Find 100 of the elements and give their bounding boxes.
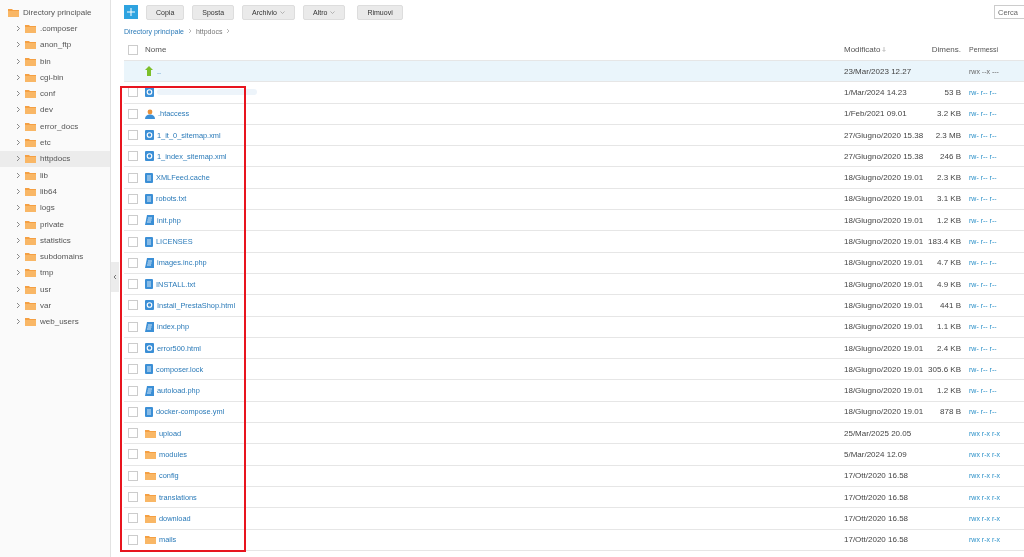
row-checkbox[interactable] — [128, 279, 138, 290]
row-checkbox[interactable] — [128, 364, 138, 375]
web-file-icon — [145, 87, 154, 98]
folder-icon — [25, 301, 36, 310]
column-header[interactable]: Nome — [145, 45, 844, 54]
code-file-icon — [145, 321, 154, 332]
row-checkbox[interactable] — [128, 406, 138, 417]
modified-date: 18/Giugno/2020 19.01 — [844, 386, 924, 396]
web-file-icon — [145, 343, 154, 353]
column-header[interactable]: Modificato — [844, 45, 920, 54]
tree-item[interactable]: subdomains — [0, 248, 110, 265]
modified-date: 17/Ott/2020 16.58 — [844, 513, 909, 523]
tree-item[interactable]: httpdocs — [0, 150, 110, 167]
folder-icon — [25, 105, 36, 115]
collapse-handle[interactable] — [111, 261, 119, 292]
row-checkbox[interactable] — [128, 321, 138, 332]
row-checkbox[interactable] — [128, 449, 138, 460]
file-size: 878 B — [940, 407, 961, 417]
row-checkbox[interactable] — [128, 470, 138, 481]
modified-date: 18/Giugno/2020 19.01 — [844, 300, 924, 310]
folder-label: tmp — [40, 268, 54, 278]
folder-label: bin — [40, 56, 51, 66]
folder-label: private — [40, 219, 64, 229]
modified-date: 1/Feb/2021 09.01 — [844, 109, 907, 119]
folder-icon — [145, 535, 156, 545]
caret-icon — [280, 10, 285, 14]
row-checkbox[interactable] — [128, 385, 138, 396]
row-checkbox[interactable] — [128, 236, 138, 247]
tree-item[interactable]: tmp — [0, 264, 110, 282]
tree-item[interactable]: private — [0, 215, 110, 233]
modified-date: 1/Mar/2024 14.23 — [844, 87, 907, 97]
tree-item[interactable]: usr — [0, 281, 110, 298]
tree-item[interactable]: lib — [0, 166, 110, 184]
code-file-icon — [145, 215, 154, 226]
plus-icon — [127, 8, 135, 16]
tree-item[interactable]: anon_ftp — [0, 36, 110, 53]
row-checkbox[interactable] — [128, 300, 138, 311]
file-size: 441 B — [940, 300, 961, 310]
modified-date: 18/Giugno/2020 19.01 — [844, 258, 924, 268]
tree-item[interactable]: error_docs — [0, 118, 110, 135]
tree-item[interactable]: Directory principale — [0, 4, 110, 21]
tree-item[interactable]: .composer — [0, 20, 110, 37]
folder-label: web_users — [40, 317, 79, 327]
tree-item[interactable]: web_users — [0, 313, 110, 330]
user-file-icon — [145, 108, 155, 119]
file-size: 4.9 KB — [937, 279, 961, 289]
modified-date: 18/Giugno/2020 19.01 — [844, 173, 924, 183]
select-all-checkbox[interactable] — [128, 44, 138, 55]
tree-item[interactable]: var — [0, 297, 110, 314]
tree-item[interactable]: bin — [0, 52, 110, 70]
folder-label: httpdocs — [40, 154, 71, 164]
modified-date: 25/Mar/2025 20.05 — [844, 428, 912, 438]
row-checkbox[interactable] — [128, 193, 138, 204]
folder-icon — [25, 219, 36, 229]
file-size: 1.1 KB — [937, 322, 961, 332]
folder-icon — [25, 235, 36, 245]
modified-date: 18/Giugno/2020 19.01 — [844, 322, 924, 332]
tree-item[interactable]: conf — [0, 85, 110, 102]
row-checkbox[interactable] — [128, 257, 138, 268]
tree-item[interactable]: lib64 — [0, 183, 110, 200]
row-checkbox[interactable] — [128, 130, 138, 141]
chevron-right-icon[interactable] — [16, 318, 21, 326]
folder-label: lib — [40, 170, 48, 180]
row-checkbox[interactable] — [128, 428, 138, 439]
tree-item[interactable]: statistics — [0, 232, 110, 249]
modified-date: 18/Giugno/2020 19.01 — [844, 407, 924, 417]
row-checkbox[interactable] — [128, 87, 138, 98]
tree-item[interactable]: etc — [0, 134, 110, 151]
folder-icon — [8, 7, 19, 17]
tree-item[interactable]: cgi-bin — [0, 69, 110, 86]
tree-item[interactable]: dev — [0, 101, 110, 119]
file-size: 2.3 MB — [935, 130, 961, 140]
row-checkbox[interactable] — [128, 151, 138, 162]
folder-label: cgi-bin — [40, 72, 64, 82]
file-size: 1.2 KB — [937, 215, 961, 225]
folder-icon — [145, 513, 156, 523]
row-checkbox[interactable] — [128, 343, 138, 353]
add-button[interactable] — [124, 5, 138, 19]
document-icon — [145, 236, 153, 247]
file-size: 4.7 KB — [937, 258, 961, 268]
row-checkbox[interactable] — [128, 534, 138, 545]
tree-item[interactable]: logs — [0, 199, 110, 216]
folder-icon — [25, 203, 36, 213]
folder-label: conf — [40, 89, 56, 99]
folder-label: subdomains — [40, 252, 84, 262]
row-checkbox[interactable] — [128, 215, 138, 226]
document-icon — [145, 193, 153, 204]
folder-icon — [25, 284, 36, 294]
row-checkbox[interactable] — [128, 108, 138, 119]
document-icon — [145, 406, 153, 417]
chevron-right-icon[interactable] — [16, 139, 21, 146]
folder-label: logs — [40, 203, 55, 213]
row-checkbox[interactable] — [128, 492, 138, 503]
chevron-right-icon[interactable] — [16, 24, 21, 32]
row-checkbox[interactable] — [128, 172, 138, 183]
row-checkbox[interactable] — [128, 513, 138, 524]
chevron-right-icon[interactable] — [16, 302, 21, 309]
column-header[interactable]: Dimens. — [920, 45, 961, 54]
folder-label: anon_ftp — [40, 40, 72, 50]
chevron-right-icon — [226, 28, 231, 34]
